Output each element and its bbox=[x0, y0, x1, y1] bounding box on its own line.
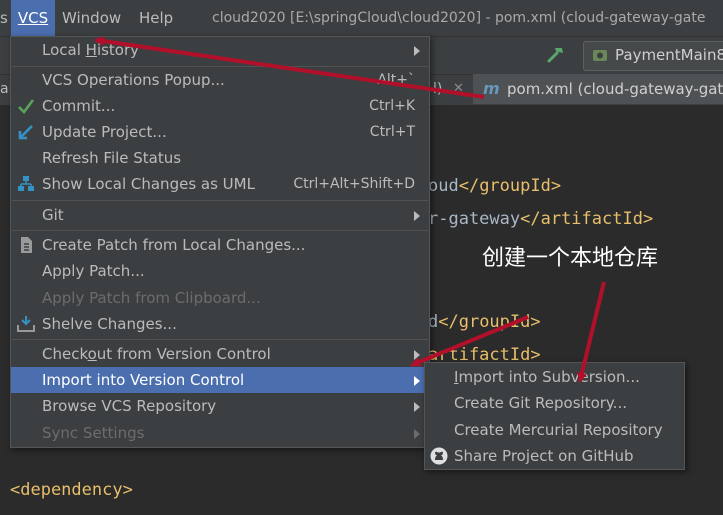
commit-check-icon bbox=[18, 99, 35, 114]
submenu-item-label: Share Project on GitHub bbox=[454, 447, 634, 465]
menu-item-checkout[interactable]: Checkout from Version Control bbox=[11, 341, 429, 367]
menu-item-label: Show Local Changes as UML bbox=[42, 175, 255, 193]
menu-item-git[interactable]: Git bbox=[11, 202, 429, 228]
tab-pom-xml-label: pom.xml (cloud-gateway-gate bbox=[507, 80, 723, 98]
tab-close-icon[interactable]: ✕ bbox=[453, 74, 464, 104]
menu-item-local-history[interactable]: Local History bbox=[11, 37, 429, 63]
github-icon bbox=[430, 447, 448, 465]
code-text: r-gateway bbox=[428, 209, 521, 229]
tab-pom-xml[interactable]: m pom.xml (cloud-gateway-gate bbox=[473, 74, 723, 104]
menu-item-label: Update Project... bbox=[42, 123, 167, 141]
submenu-item-label: Import into Subversion... bbox=[454, 368, 640, 386]
menu-help[interactable]: Help bbox=[139, 0, 173, 36]
submenu-item-create-mercurial-repository[interactable]: Create Mercurial Repository bbox=[425, 417, 684, 443]
menu-item-shortcut: Ctrl+Alt+Shift+D bbox=[293, 176, 415, 192]
submenu-arrow-icon bbox=[414, 429, 420, 439]
uml-diagram-icon bbox=[18, 176, 34, 191]
submenu-item-create-git-repository[interactable]: Create Git Repository... bbox=[425, 390, 684, 416]
menu-item-label: Apply Patch... bbox=[42, 262, 145, 280]
menu-item-commit[interactable]: Commit... Ctrl+K bbox=[11, 93, 429, 119]
menu-item-vcs-operations-popup[interactable]: VCS Operations Popup... Alt+` bbox=[11, 67, 429, 93]
run-configuration-label: PaymentMain8 bbox=[615, 46, 723, 64]
spring-boot-icon bbox=[593, 50, 607, 61]
tab-partial-mid[interactable]: l) bbox=[433, 74, 442, 104]
code-tag: </groupId> bbox=[438, 312, 541, 332]
menu-item-label: Shelve Changes... bbox=[42, 315, 177, 333]
code-line-groupid-2: d</groupId> bbox=[428, 312, 541, 332]
menu-item-label: Sync Settings bbox=[42, 424, 145, 442]
menu-item-show-local-changes-uml[interactable]: Show Local Changes as UML Ctrl+Alt+Shift… bbox=[11, 171, 429, 197]
menu-item-label: Browse VCS Repository bbox=[42, 397, 217, 415]
submenu-arrow-icon bbox=[414, 402, 420, 412]
code-line-artifactid-1: r-gateway</artifactId> bbox=[428, 209, 653, 229]
menu-help-label: Help bbox=[139, 9, 174, 27]
submenu-arrow-icon bbox=[414, 350, 420, 360]
menu-item-shortcut: Alt+` bbox=[377, 72, 415, 88]
menu-item-label: Import into Version Control bbox=[42, 371, 245, 389]
window-title: cloud2020 [E:\springCloud\cloud2020] - p… bbox=[212, 10, 706, 26]
code-tag: <dependency> bbox=[10, 480, 133, 500]
menu-vcs[interactable]: VCS bbox=[11, 0, 55, 36]
update-arrow-icon bbox=[18, 125, 33, 140]
menu-item-label: Commit... bbox=[42, 97, 116, 115]
code-tag: </groupId> bbox=[458, 176, 562, 196]
menu-item-sync-settings[interactable]: Sync Settings bbox=[11, 420, 429, 446]
patch-file-icon bbox=[21, 237, 32, 253]
annotation-create-local-repository: 创建一个本地仓库 bbox=[482, 246, 659, 271]
menu-window[interactable]: Window bbox=[62, 0, 121, 36]
build-hammer-icon[interactable] bbox=[545, 44, 567, 66]
menu-item-browse-vcs-repository[interactable]: Browse VCS Repository bbox=[11, 393, 429, 419]
menu-item-label: Checkout from Version Control bbox=[42, 345, 271, 363]
menu-item-label: VCS Operations Popup... bbox=[42, 71, 225, 89]
menu-item-shortcut: Ctrl+T bbox=[369, 124, 415, 140]
vcs-menu: Local History VCS Operations Popup... Al… bbox=[10, 36, 430, 448]
menu-item-create-patch[interactable]: Create Patch from Local Changes... bbox=[11, 232, 429, 258]
shelve-icon bbox=[17, 316, 35, 332]
menu-item-apply-patch[interactable]: Apply Patch... bbox=[11, 258, 429, 284]
menu-item-label: Refresh File Status bbox=[42, 149, 182, 167]
submenu-item-share-on-github[interactable]: Share Project on GitHub bbox=[425, 443, 684, 469]
import-submenu: Import into Subversion... Create Git Rep… bbox=[424, 362, 685, 470]
submenu-arrow-icon bbox=[414, 46, 420, 56]
submenu-arrow-icon bbox=[414, 376, 420, 386]
menu-separator bbox=[12, 200, 428, 201]
code-line-dependency: <dependency> bbox=[10, 480, 133, 500]
run-configuration-selector[interactable]: PaymentMain8 bbox=[583, 41, 723, 71]
menu-item-label: Git bbox=[42, 206, 64, 224]
menu-item-apply-patch-clipboard[interactable]: Apply Patch from Clipboard... bbox=[11, 285, 429, 311]
code-text: oud bbox=[428, 176, 459, 196]
menu-item-label: Local History bbox=[42, 41, 140, 59]
submenu-item-label: Create Git Repository... bbox=[454, 394, 627, 412]
code-line-groupid-1: oud</groupId> bbox=[428, 176, 561, 196]
menu-vcs-label: VCS bbox=[17, 9, 49, 27]
menu-item-update-project[interactable]: Update Project... Ctrl+T bbox=[11, 119, 429, 145]
menu-item-shelve-changes[interactable]: Shelve Changes... bbox=[11, 311, 429, 337]
submenu-item-label: Create Mercurial Repository bbox=[454, 421, 663, 439]
menu-separator bbox=[12, 339, 428, 340]
submenu-arrow-icon bbox=[414, 211, 420, 221]
menu-item-label: Apply Patch from Clipboard... bbox=[42, 289, 261, 307]
menu-item-label: Create Patch from Local Changes... bbox=[42, 236, 306, 254]
menu-item-refresh-file-status[interactable]: Refresh File Status bbox=[11, 145, 429, 171]
maven-icon: m bbox=[483, 79, 500, 98]
menu-item-shortcut: Ctrl+K bbox=[369, 98, 415, 114]
menu-item-import-into-version-control[interactable]: Import into Version Control bbox=[11, 367, 429, 393]
menu-window-label: Window bbox=[62, 9, 122, 27]
menu-separator bbox=[12, 230, 428, 231]
menu-partial-item[interactable]: s bbox=[0, 0, 8, 36]
code-tag: </artifactId> bbox=[520, 209, 654, 229]
submenu-item-import-subversion[interactable]: Import into Subversion... bbox=[425, 364, 684, 390]
